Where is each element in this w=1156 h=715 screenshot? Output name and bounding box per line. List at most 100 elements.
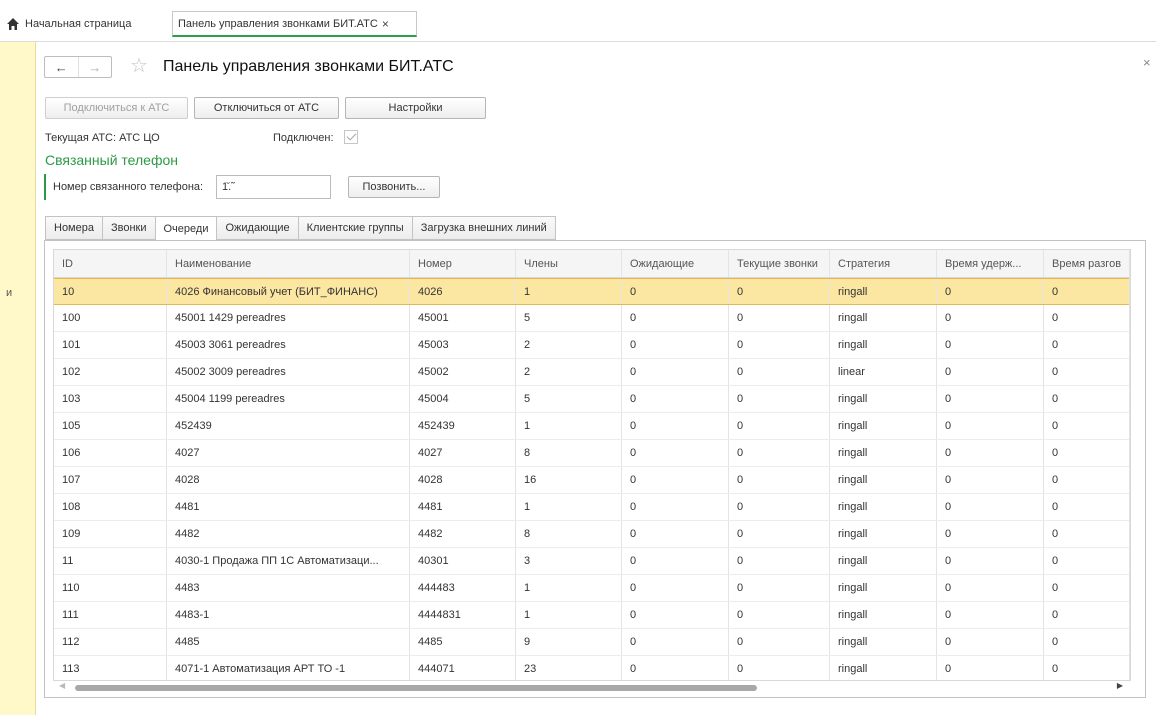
tab-client-groups[interactable]: Клиентские группы	[297, 216, 412, 240]
cell-waiting: 0	[622, 440, 729, 466]
queues-table[interactable]: ID Наименование Номер Члены Ожидающие Те…	[53, 249, 1131, 681]
table-row[interactable]: 107 4028 4028 16 0 0 ringall 0 0	[54, 467, 1130, 494]
cell-members: 5	[516, 386, 622, 412]
table-row[interactable]: 111 4483-1 4444831 1 0 0 ringall 0 0	[54, 602, 1130, 629]
table-row[interactable]: 109 4482 4482 8 0 0 ringall 0 0	[54, 521, 1130, 548]
cell-talk-time: 0	[1044, 386, 1130, 412]
horizontal-scroll-thumb[interactable]	[75, 685, 757, 691]
cell-current-calls: 0	[729, 521, 830, 547]
cell-strategy: ringall	[830, 305, 937, 331]
star-icon[interactable]: ☆	[130, 55, 148, 77]
cell-name: 4028	[167, 467, 410, 493]
table-header: ID Наименование Номер Члены Ожидающие Те…	[54, 250, 1130, 278]
current-pbx-label: Текущая АТС: АТС ЦО	[45, 132, 160, 144]
cell-talk-time: 0	[1044, 279, 1130, 304]
column-header-id[interactable]: ID	[54, 250, 167, 277]
back-arrow-icon[interactable]: ←	[45, 57, 78, 77]
table-row[interactable]: 110 4483 444483 1 0 0 ringall 0 0	[54, 575, 1130, 602]
cell-name: 45001 1429 pereadres	[167, 305, 410, 331]
table-row[interactable]: 100 45001 1429 pereadres 45001 5 0 0 ringall 0 0	[54, 305, 1130, 332]
cell-strategy: ringall	[830, 656, 937, 680]
column-header-waiting[interactable]: Ожидающие	[622, 250, 729, 277]
table-row[interactable]: 103 45004 1199 pereadres 45004 5 0 0 ringall 0 0	[54, 386, 1130, 413]
cell-name: 452439	[167, 413, 410, 439]
column-header-number[interactable]: Номер	[410, 250, 516, 277]
cell-hold-time: 0	[937, 629, 1044, 655]
cell-hold-time: 0	[937, 521, 1044, 547]
cell-hold-time: 0	[937, 494, 1044, 520]
cell-name: 45003 3061 pereadres	[167, 332, 410, 358]
cell-strategy: ringall	[830, 440, 937, 466]
table-row[interactable]: 10 4026 Финансовый учет (БИТ_ФИНАНС) 4026 1…	[54, 278, 1130, 305]
cell-number: 452439	[410, 413, 516, 439]
cell-talk-time: 0	[1044, 656, 1130, 680]
cell-talk-time: 0	[1044, 521, 1130, 547]
table-row[interactable]: 101 45003 3061 pereadres 45003 2 0 0 ringall 0 0	[54, 332, 1130, 359]
cell-hold-time: 0	[937, 359, 1044, 385]
table-row[interactable]: 11 4030-1 Продажа ПП 1С Автоматизаци... 40…	[54, 548, 1130, 575]
cell-number: 444071	[410, 656, 516, 680]
column-header-members[interactable]: Члены	[516, 250, 622, 277]
tab-call-panel[interactable]: Панель управления звонками БИТ.АТС ×	[172, 11, 417, 37]
tab-waiting[interactable]: Ожидающие	[216, 216, 298, 240]
left-sidebar-strip: и	[0, 42, 36, 715]
form-close-icon[interactable]: ×	[1143, 55, 1151, 70]
tab-numbers[interactable]: Номера	[45, 216, 102, 240]
scroll-right-icon[interactable]: ▶	[1117, 681, 1123, 690]
cell-hold-time: 0	[937, 467, 1044, 493]
top-tab-bar: Начальная страница Панель управления зво…	[0, 0, 1156, 42]
cell-number: 40301	[410, 548, 516, 574]
table-row[interactable]: 108 4481 4481 1 0 0 ringall 0 0	[54, 494, 1130, 521]
cell-members: 1	[516, 413, 622, 439]
page-title: Панель управления звонками БИТ.АТС	[163, 58, 454, 75]
scroll-left-icon[interactable]: ◀	[59, 681, 65, 690]
horizontal-scrollbar[interactable]: ◀ ▶	[53, 681, 1131, 693]
cell-hold-time: 0	[937, 386, 1044, 412]
cell-hold-time: 0	[937, 575, 1044, 601]
cell-members: 8	[516, 440, 622, 466]
cell-talk-time: 0	[1044, 359, 1130, 385]
linked-phone-input[interactable]: 1̆.̃	[216, 175, 331, 199]
tab-queues[interactable]: Очереди	[154, 216, 217, 241]
cell-talk-time: 0	[1044, 305, 1130, 331]
cell-waiting: 0	[622, 386, 729, 412]
cell-number: 4026	[410, 279, 516, 304]
close-icon[interactable]: ×	[382, 17, 389, 31]
column-header-strategy[interactable]: Стратегия	[830, 250, 937, 277]
tab-external-lines-load[interactable]: Загрузка внешних линий	[411, 216, 556, 240]
call-button[interactable]: Позвонить...	[348, 176, 440, 198]
cell-members: 23	[516, 656, 622, 680]
cell-id: 110	[54, 575, 167, 601]
cell-id: 111	[54, 602, 167, 628]
cell-waiting: 0	[622, 494, 729, 520]
cell-hold-time: 0	[937, 279, 1044, 304]
column-header-talk-time[interactable]: Время разгов	[1044, 250, 1130, 277]
column-header-hold-time[interactable]: Время удерж...	[937, 250, 1044, 277]
table-row[interactable]: 113 4071-1 Автоматизация АРТ ТО -1 444071 2…	[54, 656, 1130, 680]
cell-members: 5	[516, 305, 622, 331]
cell-strategy: ringall	[830, 548, 937, 574]
settings-button[interactable]: Настройки	[345, 97, 486, 119]
cell-hold-time: 0	[937, 656, 1044, 680]
cell-strategy: ringall	[830, 521, 937, 547]
cell-strategy: ringall	[830, 602, 937, 628]
tab-home[interactable]: Начальная страница	[6, 11, 131, 37]
disconnect-pbx-button[interactable]: Отключиться от АТС	[194, 97, 339, 119]
table-row[interactable]: 106 4027 4027 8 0 0 ringall 0 0	[54, 440, 1130, 467]
column-header-name[interactable]: Наименование	[167, 250, 410, 277]
cell-id: 106	[54, 440, 167, 466]
vertical-scrollbar[interactable]: ▲ ▼	[1129, 250, 1130, 680]
column-header-current-calls[interactable]: Текущие звонки	[729, 250, 830, 277]
connect-pbx-button[interactable]: Подключиться к АТС	[45, 97, 188, 119]
table-row[interactable]: 102 45002 3009 pereadres 45002 2 0 0 linear 0 0	[54, 359, 1130, 386]
table-row[interactable]: 105 452439 452439 1 0 0 ringall 0 0	[54, 413, 1130, 440]
forward-arrow-icon[interactable]: →	[77, 57, 112, 77]
queues-panel: ID Наименование Номер Члены Ожидающие Те…	[44, 240, 1146, 698]
cell-current-calls: 0	[729, 629, 830, 655]
table-row[interactable]: 112 4485 4485 9 0 0 ringall 0 0	[54, 629, 1130, 656]
cell-current-calls: 0	[729, 467, 830, 493]
cell-current-calls: 0	[729, 359, 830, 385]
linked-phone-section-title: Связанный телефон	[45, 152, 178, 168]
connected-label: Подключен:	[273, 132, 334, 144]
tab-calls[interactable]: Звонки	[101, 216, 155, 240]
